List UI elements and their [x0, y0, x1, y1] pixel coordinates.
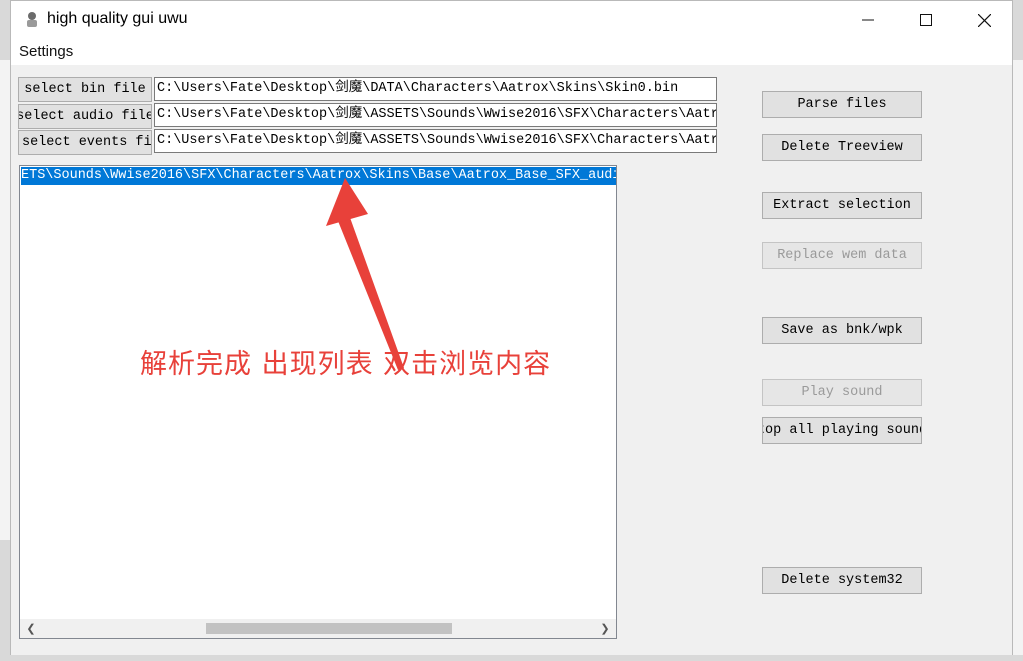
extract-selection-button[interactable]: Extract selection [762, 192, 922, 219]
tree-item-selected[interactable]: ETS\Sounds\Wwise2016\SFX\Characters\Aatr… [21, 167, 616, 185]
parse-files-button[interactable]: Parse files [762, 91, 922, 118]
horizontal-scrollbar[interactable]: ❮ ❯ [20, 619, 616, 638]
close-icon [977, 13, 991, 27]
scroll-right-icon[interactable]: ❯ [596, 619, 614, 638]
window-title: high quality gui uwu [47, 10, 188, 27]
title-bar[interactable]: high quality gui uwu [11, 1, 1012, 39]
audio-file-path-field[interactable]: C:\Users\Fate\Desktop\剑魔\ASSETS\Sounds\W… [154, 103, 717, 127]
select-events-file-button[interactable]: select events file [18, 130, 152, 155]
stop-all-sounds-button[interactable]: top all playing sound [762, 417, 922, 444]
app-icon [27, 12, 37, 27]
app-window: high quality gui uwu Settings select bin… [10, 0, 1013, 655]
annotation-text: 解析完成 出现列表 双击浏览内容 [140, 349, 552, 380]
background-window-left [0, 60, 10, 540]
scroll-thumb[interactable] [206, 623, 452, 634]
play-sound-button[interactable]: Play sound [762, 379, 922, 406]
select-bin-file-button[interactable]: select bin file [18, 77, 152, 102]
menu-bar: Settings [11, 39, 1012, 65]
maximize-icon [920, 14, 932, 26]
select-audio-file-button[interactable]: select audio file [18, 104, 152, 129]
menu-settings[interactable]: Settings [19, 43, 73, 60]
bin-file-path-field[interactable]: C:\Users\Fate\Desktop\剑魔\DATA\Characters… [154, 77, 717, 101]
events-file-path-field[interactable]: C:\Users\Fate\Desktop\剑魔\ASSETS\Sounds\W… [154, 129, 717, 153]
scroll-left-icon[interactable]: ❮ [22, 619, 40, 638]
bank-treeview[interactable]: ETS\Sounds\Wwise2016\SFX\Characters\Aatr… [19, 165, 617, 639]
minimize-button[interactable] [839, 1, 897, 39]
close-button[interactable] [955, 1, 1013, 39]
save-bnk-wpk-button[interactable]: Save as bnk/wpk [762, 317, 922, 344]
replace-wem-data-button[interactable]: Replace wem data [762, 242, 922, 269]
background-window-right [1013, 60, 1023, 655]
minimize-icon [862, 19, 874, 21]
delete-system32-button[interactable]: Delete system32 [762, 567, 922, 594]
maximize-button[interactable] [897, 1, 955, 39]
delete-treeview-button[interactable]: Delete Treeview [762, 134, 922, 161]
